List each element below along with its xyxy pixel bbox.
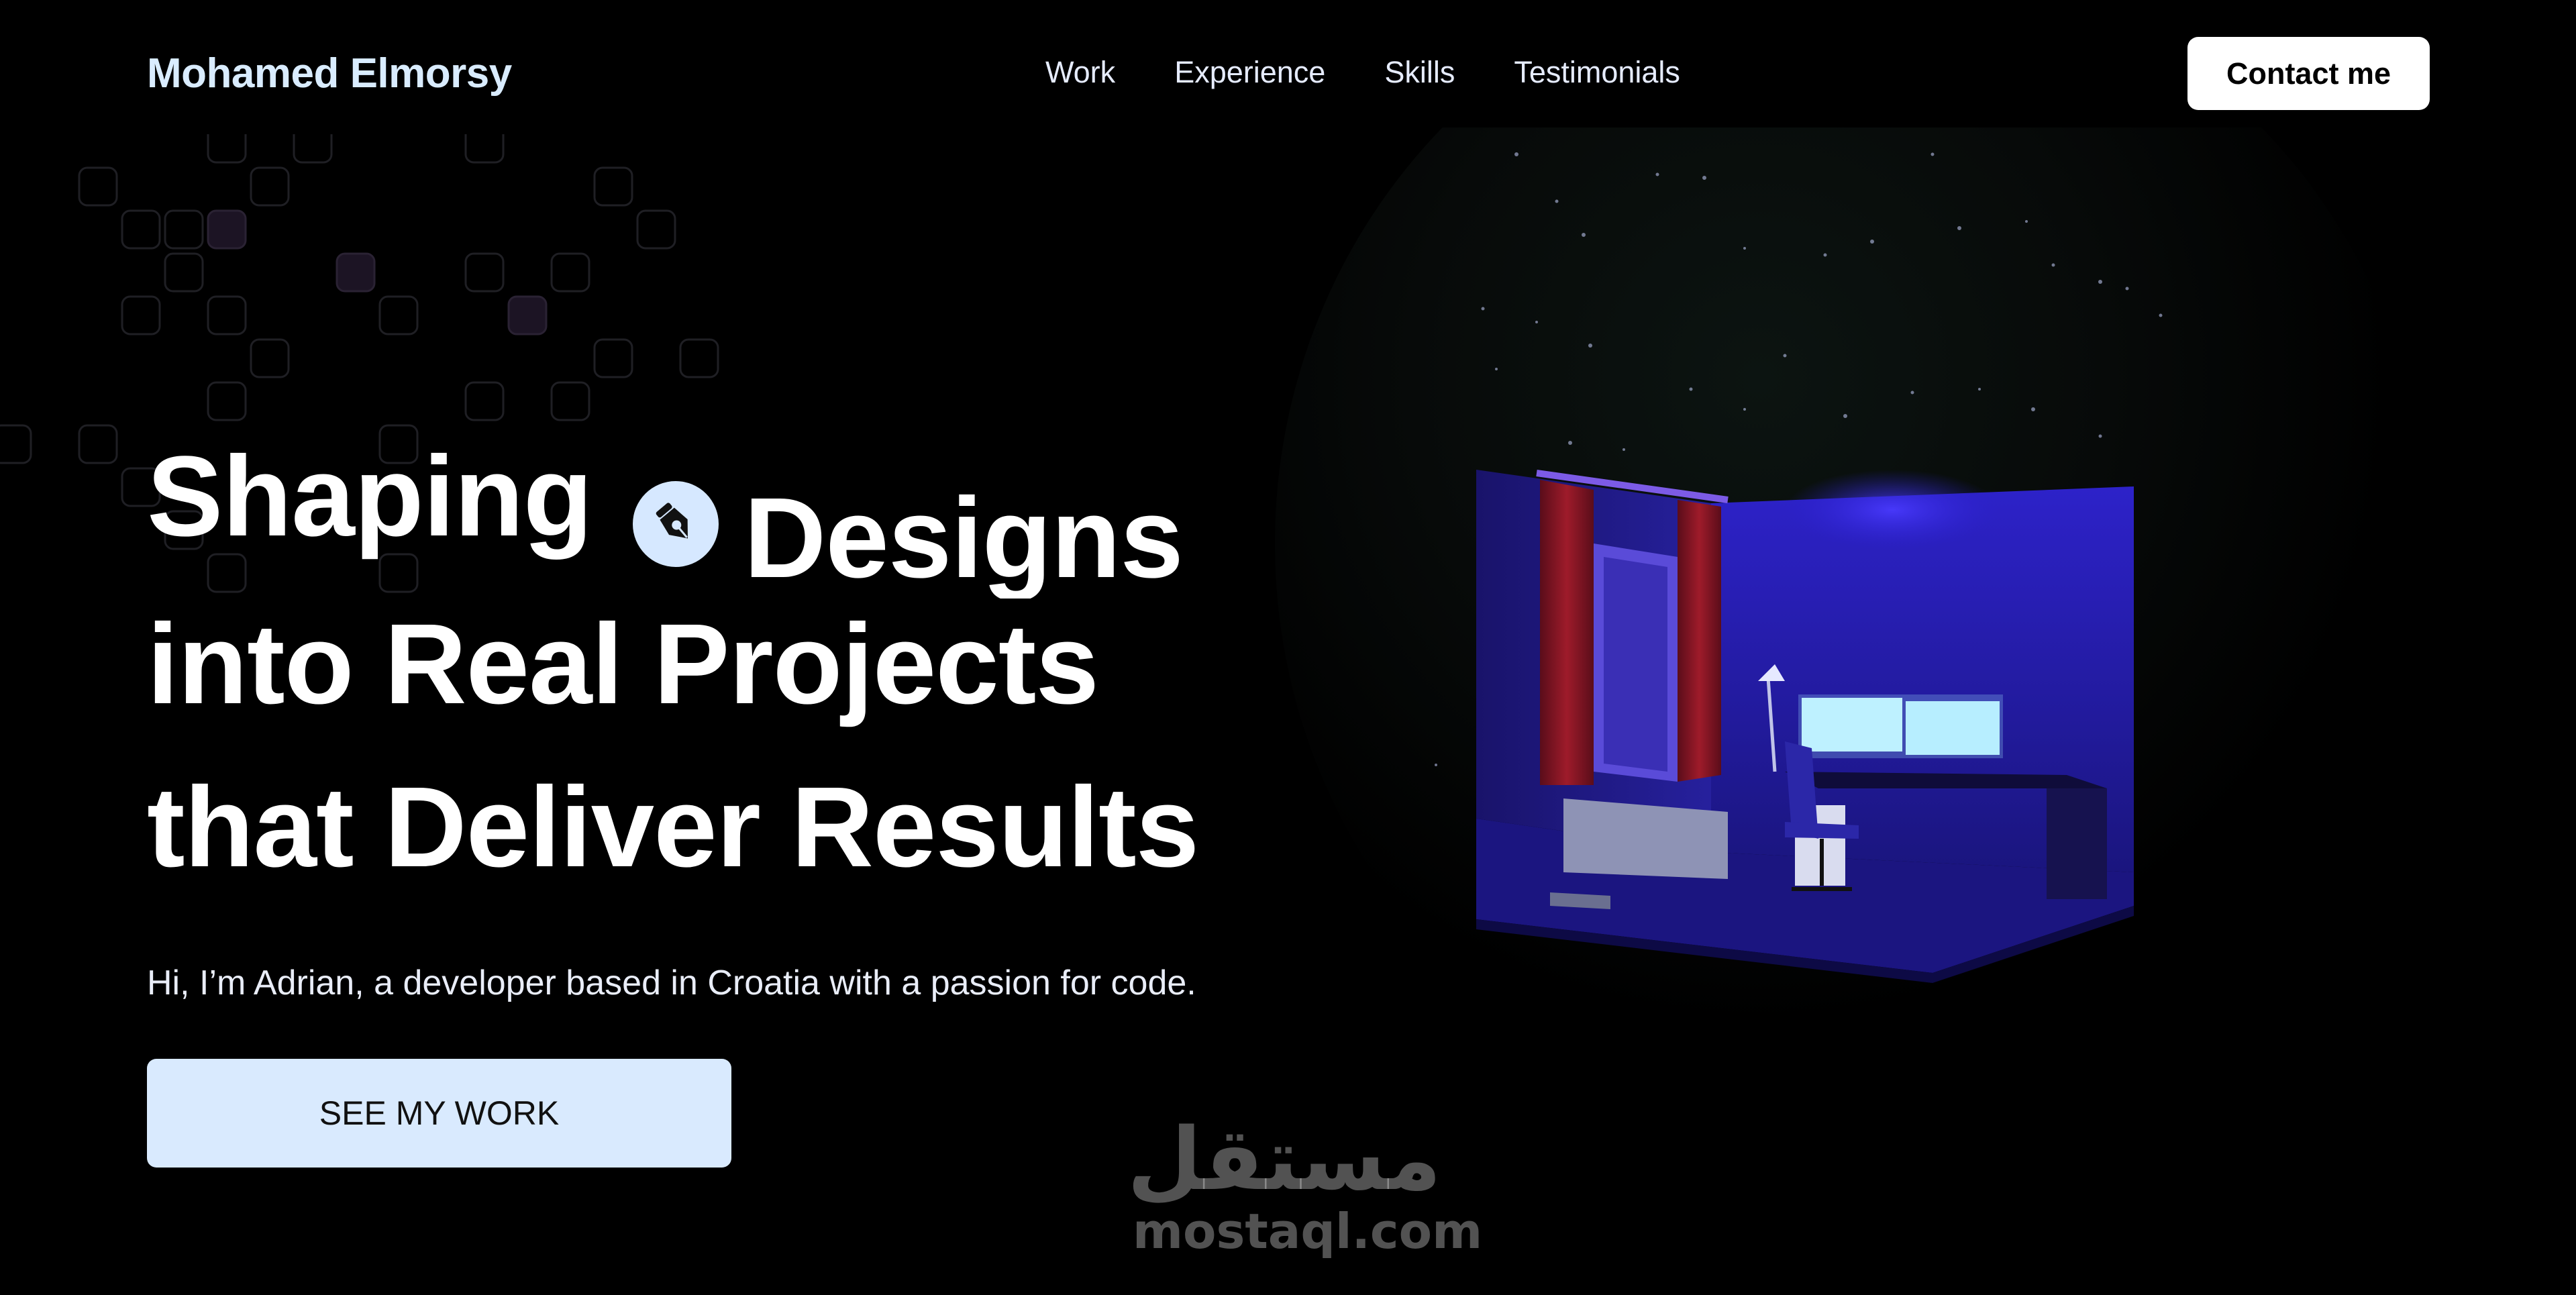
hero-3d-room-illustration[interactable] [1275, 127, 2576, 1295]
hero-headline-line-1: Shaping Designs [147, 439, 1183, 599]
monitor-glow [1798, 694, 2003, 758]
nav-links: Work Experience Skills Testimonials [1045, 55, 1680, 90]
desk-drawers [2047, 788, 2107, 899]
hero-word-shaping: Shaping [147, 433, 593, 560]
window-pane [1604, 557, 1667, 772]
nav-link-testimonials[interactable]: Testimonials [1514, 55, 1680, 90]
watermark-latin-text: mostaql.com [1133, 1203, 1483, 1259]
hero-headline-line-3: that Deliver Results [147, 764, 1199, 891]
curtain-right [1678, 500, 1721, 782]
site-logo[interactable]: Mohamed Elmorsy [147, 50, 512, 97]
hero-sliding-word: Designs [743, 474, 1183, 599]
ceiling-light-glow [1785, 470, 2000, 550]
radiator [1563, 798, 1728, 879]
curtain-left [1540, 480, 1594, 785]
hero-subtitle: Hi, I’m Adrian, a developer based in Cro… [147, 964, 1196, 1002]
sliding-word-slot: Designs [632, 439, 1183, 599]
contact-me-button[interactable]: Contact me [2187, 37, 2430, 110]
nav-link-work[interactable]: Work [1045, 55, 1115, 90]
mostaql-watermark: مستقل mostaql.com [1127, 1110, 1483, 1259]
nav-link-experience[interactable]: Experience [1174, 55, 1325, 90]
hero-headline-line-2: into Real Projects [147, 601, 1099, 728]
see-my-work-button[interactable]: SEE MY WORK [147, 1059, 731, 1168]
watermark-arabic-text: مستقل [1127, 1110, 1441, 1210]
nav-link-skills[interactable]: Skills [1384, 55, 1455, 90]
top-navbar: Mohamed Elmorsy Work Experience Skills T… [0, 0, 2576, 148]
pen-nib-icon [632, 481, 719, 567]
